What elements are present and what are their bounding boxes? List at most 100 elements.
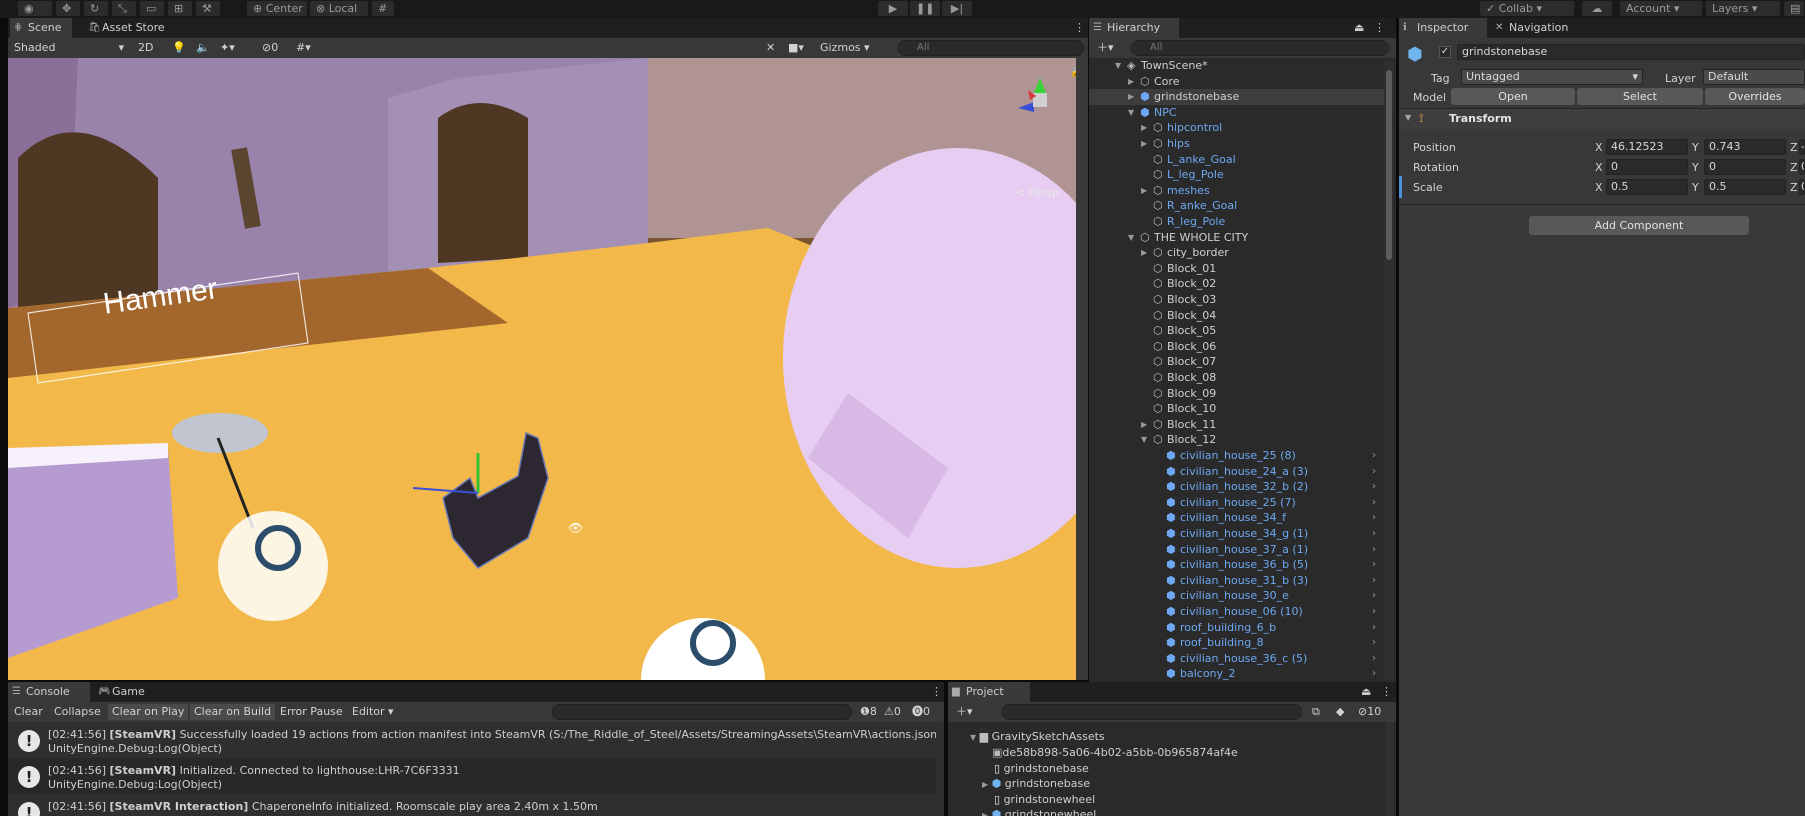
scale-tool-button[interactable]: ⤡ (112, 1, 136, 16)
scene-search-input[interactable]: All (898, 40, 1084, 56)
hidden-objects-toggle[interactable]: ⊘0 (258, 40, 282, 56)
grid-snap-button[interactable]: # (372, 1, 394, 16)
open-prefab-chevron-icon[interactable]: › (1372, 588, 1376, 604)
collapse-arrow-icon[interactable]: ▼ (1128, 230, 1134, 246)
account-dropdown[interactable]: Account ▾ (1620, 1, 1702, 16)
position-x-input[interactable]: 46.12523 (1606, 139, 1688, 155)
gizmos-dropdown[interactable]: Gizmos ▾ (816, 40, 874, 56)
collapse-toggle[interactable]: Collapse (50, 704, 105, 720)
hierarchy-item[interactable]: ⬢ balcony_2 › (1089, 666, 1384, 682)
pivot-center-button[interactable]: ⊕ Center (247, 1, 307, 16)
position-y-input[interactable]: 0.743 (1704, 139, 1786, 155)
active-checkbox[interactable]: ✓ (1439, 46, 1451, 58)
hierarchy-item[interactable]: ⬢ civilian_house_37_a (1) › (1089, 542, 1384, 558)
scale-y-label[interactable]: Y (1692, 181, 1699, 194)
hierarchy-menu-button[interactable]: ⋮ (1371, 18, 1389, 38)
hierarchy-item[interactable]: ⬢ civilian_house_36_c (5) › (1089, 651, 1384, 667)
camera-dropdown[interactable]: ■▾ (784, 40, 808, 56)
hierarchy-item[interactable]: ⬢ civilian_house_25 (7) › (1089, 495, 1384, 511)
expand-arrow-icon[interactable]: ▶ (1141, 417, 1147, 433)
hierarchy-item[interactable]: ▶ ⬡ hips (1089, 136, 1384, 152)
transform-tool-button[interactable]: ⊞ (168, 1, 192, 16)
hidden-packages-toggle[interactable]: ⊘10 (1354, 704, 1385, 720)
hierarchy-item[interactable]: ⬡ Block_09 (1089, 386, 1384, 402)
warning-count-toggle[interactable]: ⚠0 (880, 704, 905, 720)
open-prefab-chevron-icon[interactable]: › (1372, 542, 1376, 558)
collapse-arrow-icon[interactable]: ▼ (1128, 105, 1134, 121)
tag-dropdown[interactable]: Untagged ▾ (1461, 69, 1643, 85)
persp-label[interactable]: < Persp (1016, 186, 1059, 199)
console-search-input[interactable] (552, 704, 852, 720)
hierarchy-item[interactable]: ▶ ⬡ hipcontrol (1089, 120, 1384, 136)
log-count-toggle[interactable]: ❶8 (856, 704, 881, 720)
clear-on-play-toggle[interactable]: Clear on Play (108, 704, 189, 720)
custom-tool-button[interactable]: ⚒ (196, 1, 220, 16)
project-create-dropdown[interactable]: ＋▾ (952, 704, 977, 720)
hierarchy-item[interactable]: ▼ ⬡ THE WHOLE CITY (1089, 230, 1384, 246)
open-prefab-chevron-icon[interactable]: › (1372, 526, 1376, 542)
clear-button[interactable]: Clear (10, 704, 47, 720)
hierarchy-item[interactable]: ⬡ Block_10 (1089, 401, 1384, 417)
select-button[interactable]: Select (1577, 88, 1703, 105)
rotation-y-input[interactable]: 0 (1704, 159, 1786, 175)
open-prefab-chevron-icon[interactable]: › (1372, 495, 1376, 511)
log-entry[interactable]: ! [02:41:56] [SteamVR Interaction] Chape… (8, 794, 944, 816)
position-y-label[interactable]: Y (1692, 141, 1699, 154)
log-entry[interactable]: ! [02:41:56] [SteamVR] Successfully load… (8, 722, 944, 758)
project-menu-button[interactable]: ⋮ (1378, 682, 1396, 702)
layout-dropdown[interactable]: ▤ (1784, 1, 1804, 16)
tab-navigation[interactable]: ✕ Navigation (1491, 18, 1587, 38)
expand-arrow-icon[interactable]: ▶ (1141, 245, 1147, 261)
rect-tool-button[interactable]: ▭ (140, 1, 164, 16)
open-prefab-chevron-icon[interactable]: › (1372, 620, 1376, 636)
editor-dropdown[interactable]: Editor ▾ (348, 704, 398, 720)
scene-panel-menu[interactable]: ⋮ (1068, 18, 1088, 38)
add-component-button[interactable]: Add Component (1529, 216, 1749, 235)
scale-x-input[interactable]: 0.5 (1606, 179, 1688, 195)
hierarchy-item[interactable]: ⬡ Block_05 (1089, 323, 1384, 339)
pivot-local-button[interactable]: ⊗ Local (310, 1, 368, 16)
open-prefab-chevron-icon[interactable]: › (1372, 573, 1376, 589)
error-pause-toggle[interactable]: Error Pause (276, 704, 347, 720)
hierarchy-search-input[interactable]: All (1131, 40, 1389, 56)
hierarchy-item[interactable]: ⬢ civilian_house_06 (10) › (1089, 604, 1384, 620)
hierarchy-item[interactable]: ⬡ Block_07 (1089, 354, 1384, 370)
hierarchy-item[interactable]: ⬡ R_anke_Goal (1089, 198, 1384, 214)
hierarchy-item[interactable]: ▶ ⬡ Core (1089, 74, 1384, 90)
hierarchy-item[interactable]: ▶ ⬡ Block_11 (1089, 417, 1384, 433)
effects-dropdown[interactable]: ✦▾ (216, 40, 239, 56)
hierarchy-item[interactable]: ⬢ civilian_house_25 (8) › (1089, 448, 1384, 464)
cloud-button[interactable]: ☁ (1582, 1, 1612, 16)
open-prefab-chevron-icon[interactable]: › (1372, 464, 1376, 480)
hierarchy-item[interactable]: ⬡ Block_08 (1089, 370, 1384, 386)
rotate-tool-button[interactable]: ↻ (84, 1, 108, 16)
scale-z-label[interactable]: Z (1790, 181, 1798, 194)
tab-game[interactable]: 🎮 Game (94, 682, 158, 702)
rotation-z-input[interactable]: 0 (1799, 159, 1805, 175)
project-search-input[interactable] (1002, 704, 1302, 720)
hierarchy-item[interactable]: ⬢ roof_building_6_b › (1089, 620, 1384, 636)
hierarchy-item[interactable]: ⬡ Block_03 (1089, 292, 1384, 308)
collapse-arrow-icon[interactable]: ▼ (1115, 58, 1121, 74)
hierarchy-item[interactable]: ▼ ◈ TownScene* (1089, 58, 1384, 74)
hierarchy-item[interactable]: ⬡ R_leg_Pole (1089, 214, 1384, 230)
collapse-arrow-icon[interactable]: ▼ (1141, 432, 1147, 448)
lighting-toggle[interactable]: 💡 (168, 40, 190, 56)
hierarchy-item[interactable]: ⬢ civilian_house_24_a (3) › (1089, 464, 1384, 480)
project-asset-item[interactable]: ▶ ⬢ grindstonewheel (982, 808, 1096, 816)
rotation-x-label[interactable]: X (1595, 161, 1603, 174)
hierarchy-scroll-thumb[interactable] (1386, 70, 1392, 260)
hierarchy-item[interactable]: ⬢ roof_building_8 › (1089, 635, 1384, 651)
search-by-type-button[interactable]: ⧉ (1308, 704, 1324, 720)
pause-button[interactable]: ❚❚ (910, 1, 940, 16)
open-prefab-chevron-icon[interactable]: › (1372, 651, 1376, 667)
scale-y-input[interactable]: 0.5 (1704, 179, 1786, 195)
scene-scrollbar[interactable] (1076, 58, 1088, 680)
rotation-z-label[interactable]: Z (1790, 161, 1798, 174)
expand-arrow-icon[interactable]: ▶ (1141, 120, 1147, 136)
overrides-button[interactable]: Overrides (1705, 88, 1805, 105)
expand-arrow-icon[interactable]: ▶ (1128, 89, 1134, 105)
tools-button[interactable]: ✕ (762, 40, 779, 56)
layers-dropdown[interactable]: Layers ▾ (1706, 1, 1780, 16)
hierarchy-scrollbar[interactable] (1384, 60, 1394, 680)
